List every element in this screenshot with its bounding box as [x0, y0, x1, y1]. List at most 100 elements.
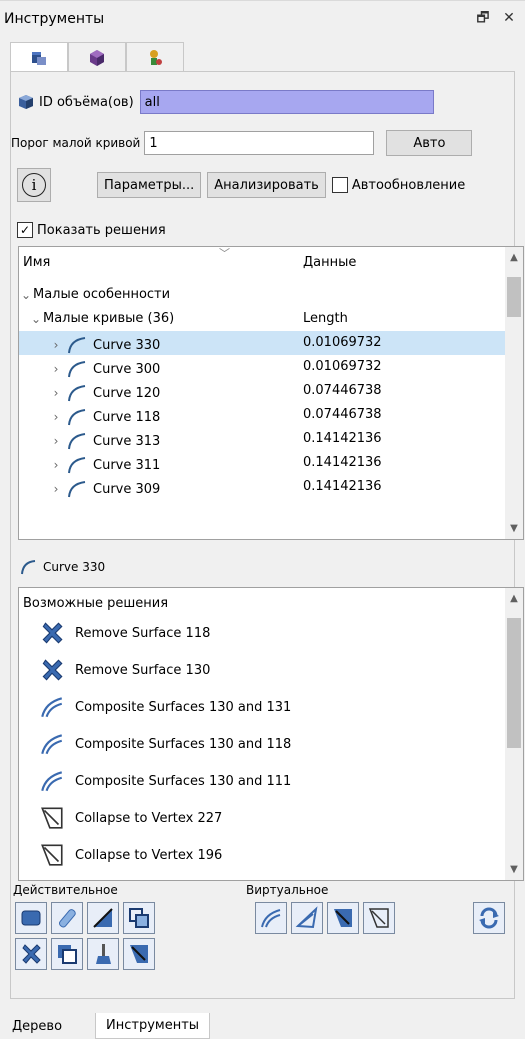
tree-group-row[interactable]: ⌄ Малые особенности	[19, 283, 506, 307]
scroll-down-icon[interactable]: ▼	[505, 861, 523, 878]
tree-row[interactable]: › Curve 300 0.01069732	[19, 355, 506, 379]
volume-icon	[19, 95, 33, 109]
selected-entity-row: Curve 330	[19, 558, 105, 576]
tab-tools[interactable]: Инструменты	[95, 1013, 211, 1039]
collapse-tool-button[interactable]	[123, 938, 155, 970]
header-name[interactable]: Имя	[23, 255, 50, 270]
volume-id-input[interactable]: all	[139, 90, 434, 114]
tree-row[interactable]: › Curve 120 0.07446738	[19, 379, 506, 403]
chevron-right-icon[interactable]: ›	[49, 458, 63, 472]
solution-item[interactable]: Composite Surfaces 130 and 111	[37, 766, 291, 796]
collapse-vertex-icon	[368, 908, 389, 928]
collapse-vertex-icon	[37, 842, 67, 868]
solution-label: Composite Surfaces 130 and 111	[75, 773, 292, 789]
blend-tool-button[interactable]	[51, 902, 83, 934]
merge-tool-button[interactable]	[123, 902, 155, 934]
volume-tool-icon	[32, 52, 46, 65]
virtual-partition-button[interactable]	[291, 902, 323, 934]
clean-tool-button[interactable]	[87, 938, 119, 970]
solution-item[interactable]: Collapse to Vertex 227	[37, 803, 222, 833]
collapse-vertex-icon	[37, 805, 67, 831]
solution-item[interactable]: Composite Surfaces 130 and 131	[37, 692, 291, 722]
solutions-list[interactable]: Возможные решения Remove Surface 118 Remo…	[18, 587, 524, 881]
solutions-scroll-thumb[interactable]	[507, 618, 521, 748]
tree-subgroup-row[interactable]: ⌄ Малые кривые (36) Length	[19, 307, 506, 331]
curve-name: Curve 313	[93, 433, 161, 449]
chevron-right-icon[interactable]: ›	[49, 362, 63, 376]
chevron-right-icon[interactable]: ›	[49, 410, 63, 424]
solution-label: Composite Surfaces 130 and 131	[75, 699, 292, 715]
chevron-right-icon[interactable]: ›	[49, 434, 63, 448]
show-solutions-checkbox[interactable]: ✓	[17, 222, 33, 238]
refresh-button[interactable]	[473, 902, 505, 934]
info-button[interactable]: i	[17, 168, 51, 202]
tab-nodes[interactable]	[126, 42, 184, 72]
chevron-down-icon[interactable]: ⌄	[19, 288, 33, 302]
chevron-right-icon[interactable]: ›	[49, 386, 63, 400]
composite-surface-icon	[261, 909, 281, 928]
tab-geometry[interactable]	[68, 42, 126, 72]
split-tool-button[interactable]	[87, 902, 119, 934]
curve-length: 0.14142136	[303, 479, 382, 494]
curve-icon	[68, 385, 86, 402]
selected-entity-label: Curve 330	[43, 560, 106, 574]
solution-item[interactable]: Remove Surface 130	[37, 655, 210, 685]
composite-surface-icon	[37, 768, 67, 794]
volume-id-label: ID объёма(ов)	[39, 94, 134, 110]
float-icon[interactable]: 🗗	[474, 8, 492, 28]
solution-item[interactable]: Collapse to Vertex 196	[37, 840, 222, 870]
solution-item[interactable]: Remove Surface 118	[37, 618, 210, 648]
merge-icon	[129, 908, 149, 928]
tab-volume[interactable]	[10, 42, 68, 73]
features-tree[interactable]: ﹀ Имя Данные ⌄ Малые особенности ⌄ Малые к…	[18, 246, 524, 540]
tab-tree[interactable]: Дерево	[2, 1013, 72, 1039]
collapse-edge-icon	[130, 945, 148, 963]
tree-row[interactable]: › Curve 118 0.07446738	[19, 403, 506, 427]
surface-tool-button[interactable]	[15, 902, 47, 934]
scroll-down-icon[interactable]: ▼	[505, 520, 523, 537]
solutions-scrollbar[interactable]: ▲ ▼	[505, 588, 523, 880]
tree-scrollbar[interactable]: ▲ ▼	[505, 247, 523, 539]
tree-header: ﹀ Имя Данные	[19, 247, 506, 277]
scroll-up-icon[interactable]: ▲	[505, 590, 523, 607]
solution-label: Composite Surfaces 130 and 118	[75, 736, 292, 752]
brush-icon	[96, 944, 111, 964]
curve-length: 0.07446738	[303, 407, 382, 422]
copy-surface-icon	[58, 945, 77, 964]
auto-update-checkbox[interactable]	[331, 177, 348, 193]
tree-row[interactable]: › Curve 309 0.14142136	[19, 475, 506, 499]
chevron-right-icon[interactable]: ›	[49, 338, 63, 352]
curve-icon	[68, 409, 86, 426]
virtual-composite-button[interactable]	[255, 902, 287, 934]
curve-name: Curve 311	[93, 457, 161, 473]
curve-icon	[68, 481, 86, 498]
tree-row[interactable]: › Curve 330 0.01069732	[19, 331, 506, 355]
curve-length: 0.07446738	[303, 383, 382, 398]
refresh-icon	[479, 907, 499, 929]
tree-row[interactable]: › Curve 313 0.14142136	[19, 427, 506, 451]
remove-tool-button[interactable]	[15, 938, 47, 970]
bottom-tabs: Дерево Инструменты	[0, 1013, 525, 1039]
tree-scroll-thumb[interactable]	[507, 277, 521, 317]
copy-tool-button[interactable]	[51, 938, 83, 970]
header-data[interactable]: Данные	[303, 255, 356, 270]
action-row: i Параметры... Анализировать Автообновле…	[17, 168, 465, 202]
remove-surface-icon	[37, 657, 67, 683]
panel-title: Инструменты	[4, 11, 105, 27]
small-curve-row: Порог малой кривой 1 Авто	[11, 130, 473, 156]
virtual-collapse-button[interactable]	[327, 902, 359, 934]
scroll-up-icon[interactable]: ▲	[505, 249, 523, 266]
curve-name: Curve 309	[93, 481, 161, 497]
parameters-button[interactable]: Параметры...	[97, 172, 202, 198]
solution-item[interactable]: Composite Surfaces 130 and 118	[37, 729, 291, 759]
virtual-vertex-button[interactable]	[363, 902, 395, 934]
chevron-right-icon[interactable]: ›	[49, 482, 63, 496]
analyze-button[interactable]: Анализировать	[207, 172, 326, 198]
remove-surface-icon	[37, 620, 67, 646]
close-icon[interactable]: ✕	[500, 8, 518, 28]
chevron-down-icon[interactable]: ⌄	[29, 312, 43, 326]
auto-button[interactable]: Авто	[386, 130, 473, 156]
group-label: Малые особенности	[33, 287, 171, 302]
small-curve-input[interactable]: 1	[144, 131, 375, 155]
tree-row[interactable]: › Curve 311 0.14142136	[19, 451, 506, 475]
